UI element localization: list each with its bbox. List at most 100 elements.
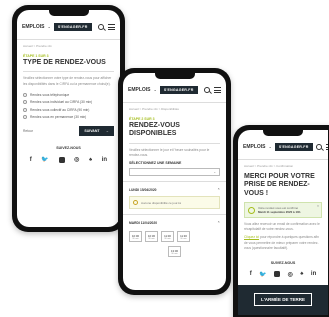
brand-label[interactable]: EMPLOIS (128, 87, 151, 93)
menu-icon[interactable] (214, 86, 221, 93)
top-bar: EMPLOIS ⌄ S'ENGAGER.FR (238, 134, 328, 160)
phone-screen: EMPLOIS ⌄ S'ENGAGER.FR Accueil > Prendre… (123, 73, 226, 290)
radio-icon[interactable] (23, 114, 27, 119)
top-bar: EMPLOIS ⌄ S'ENGAGER.FR (17, 14, 120, 40)
twitter-icon[interactable]: 🐦 (41, 156, 48, 163)
engage-button[interactable]: S'ENGAGER.FR (274, 142, 313, 151)
step-indicator: ÉTAPE 1 SUR 3 (23, 54, 49, 58)
time-slot[interactable]: 11:30 30 min (177, 231, 190, 242)
chevron-down-icon[interactable]: ⌄ (269, 144, 272, 149)
page-title: TYPE DE RENDEZ-VOUS (23, 59, 106, 66)
intro-paragraph: Veuillez sélectionner votre type de rend… (23, 76, 112, 86)
time-slots: 10:00 30 min 10:30 30 min 11:00 30 min 11:3… (123, 227, 226, 242)
slot-duration: 30 min (180, 237, 187, 240)
radio-option-permanence[interactable]: Rendez-vous en permanence (30 min) (17, 113, 120, 120)
close-icon[interactable]: × (317, 204, 319, 208)
menu-icon[interactable] (325, 143, 328, 150)
radio-label: Rendez-vous collectif au CIRFA (90 min) (30, 107, 90, 112)
instagram-icon[interactable]: ◎ (74, 156, 79, 163)
next-label: SUIVANT (84, 129, 100, 134)
facebook-icon[interactable]: f (250, 271, 252, 277)
footer: L'ARMÉE DE TERRE (238, 285, 328, 315)
warning-icon (133, 200, 138, 205)
social-links: f 🐦 ◎ ♠ in (17, 150, 120, 163)
linkedin-icon[interactable]: in (102, 157, 107, 163)
phone-mockup-step2: EMPLOIS ⌄ S'ENGAGER.FR Accueil > Prendre… (118, 68, 231, 295)
social-links: f 🐦 ◎ ♠ in (238, 265, 328, 278)
slot-duration: 30 min (148, 237, 155, 240)
phone-screen: EMPLOIS ⌄ S'ENGAGER.FR Accueil > Prendre… (17, 10, 120, 227)
questionnaire-link[interactable]: Cliquez ici (244, 235, 259, 239)
phone-mockup-confirmation: EMPLOIS ⌄ S'ENGAGER.FR Accueil > Prendre… (233, 125, 329, 317)
youtube-icon[interactable] (274, 271, 281, 278)
snapchat-icon[interactable]: ♠ (300, 271, 303, 277)
back-link[interactable]: Retour (23, 129, 33, 133)
radio-label: Rendez-vous en permanence (30 min) (30, 114, 87, 119)
radio-icon[interactable] (23, 107, 27, 112)
week-dropdown[interactable]: ⌄ (129, 168, 220, 176)
search-icon[interactable] (315, 143, 322, 150)
brand-label[interactable]: EMPLOIS (243, 144, 266, 150)
divider (129, 142, 220, 144)
linkedin-icon[interactable]: in (311, 271, 316, 277)
week-select-label: SÉLECTIONNEZ UNE SEMAINE (129, 161, 182, 165)
success-notice: Votre rendez-vous est confirmé Mardi 11 … (244, 202, 322, 219)
phone-screen: EMPLOIS ⌄ S'ENGAGER.FR Accueil > Prendre… (238, 130, 328, 315)
slot-duration: 30 min (171, 252, 178, 255)
time-slot[interactable]: 10:30 30 min (145, 231, 158, 242)
radio-option-collective[interactable]: Rendez-vous collectif au CIRFA (90 min) (17, 106, 120, 113)
chevron-down-icon[interactable]: ⌄ (48, 24, 51, 29)
facebook-icon[interactable]: f (30, 157, 32, 163)
day-header[interactable]: MARDI 11/04/2020 ⌃ (123, 214, 226, 227)
twitter-icon[interactable]: 🐦 (259, 271, 266, 278)
slot-duration: 30 min (164, 237, 171, 240)
radio-icon[interactable] (23, 93, 27, 98)
slot-duration: 30 min (132, 237, 139, 240)
top-bar: EMPLOIS ⌄ S'ENGAGER.FR (123, 77, 226, 103)
instagram-icon[interactable]: ◎ (288, 271, 293, 278)
search-icon[interactable] (204, 86, 210, 93)
menu-icon[interactable] (108, 23, 115, 30)
breadcrumb: Accueil > Prendre rdv (23, 44, 52, 48)
engage-button[interactable]: S'ENGAGER.FR (53, 22, 92, 31)
day-label: MARDI 11/04/2020 (129, 221, 158, 225)
radio-option-phone[interactable]: Rendez-vous téléphonique (17, 92, 120, 99)
radio-label: Rendez-vous téléphonique (30, 93, 70, 98)
radio-option-individual[interactable]: Rendez-vous individuel au CIRFA (30 min) (17, 99, 120, 106)
youtube-icon[interactable] (58, 156, 65, 163)
no-availability-notice: Aucune disponibilité ce jour-là (129, 196, 220, 209)
search-icon[interactable] (98, 23, 104, 30)
time-slot[interactable]: 13:00 30 min (168, 246, 181, 257)
brand-label[interactable]: EMPLOIS (22, 24, 45, 30)
page-title: RENDEZ-VOUS DISPONIBLES (129, 122, 180, 138)
next-button[interactable]: SUIVANT → (79, 126, 114, 137)
success-line2: Mardi 11 septembre 2020 à 10h (258, 210, 301, 215)
phone-notch (48, 10, 89, 16)
phone-notch (154, 73, 195, 79)
confirmation-paragraph: Vous allez recevoir un email de confirma… (244, 222, 320, 232)
radio-label: Rendez-vous individuel au CIRFA (30 min) (30, 100, 93, 105)
breadcrumb: Accueil > Prendre rdv > Confirmation (244, 164, 294, 168)
day-header[interactable]: LUNDI 15/04/2020 ⌃ (123, 181, 226, 194)
notice-text: Aucune disponibilité ce jour-là (141, 200, 181, 205)
chevron-down-icon[interactable]: ⌄ (154, 87, 157, 92)
radio-icon[interactable] (23, 100, 27, 105)
time-slot[interactable]: 11:00 30 min (161, 231, 174, 242)
arrow-right-icon: → (105, 129, 110, 134)
check-icon (248, 206, 255, 214)
chevron-up-icon: ⌃ (217, 221, 220, 225)
questionnaire-paragraph: Cliquez ici pour répondre à quelques que… (238, 235, 328, 250)
time-slot[interactable]: 10:00 30 min (129, 231, 142, 242)
breadcrumb: Accueil > Prendre rdv > Disponibilités (129, 107, 179, 111)
intro-paragraph: Veuillez sélectionner le jour et l'heure… (129, 147, 210, 157)
footer-brand[interactable]: L'ARMÉE DE TERRE (253, 293, 313, 306)
phone-notch (263, 130, 303, 136)
snapchat-icon[interactable]: ♠ (89, 157, 92, 163)
engage-button[interactable]: S'ENGAGER.FR (159, 85, 198, 94)
day-label: LUNDI 15/04/2020 (129, 188, 157, 192)
phone-mockup-step1: EMPLOIS ⌄ S'ENGAGER.FR Accueil > Prendre… (12, 5, 125, 232)
divider (23, 71, 114, 73)
step-indicator: ÉTAPE 2 SUR 3 (129, 117, 155, 121)
page-title: MERCI POUR VOTRE PRISE DE RENDEZ-VOUS ! (244, 173, 315, 197)
chevron-up-icon: ⌃ (217, 188, 220, 192)
